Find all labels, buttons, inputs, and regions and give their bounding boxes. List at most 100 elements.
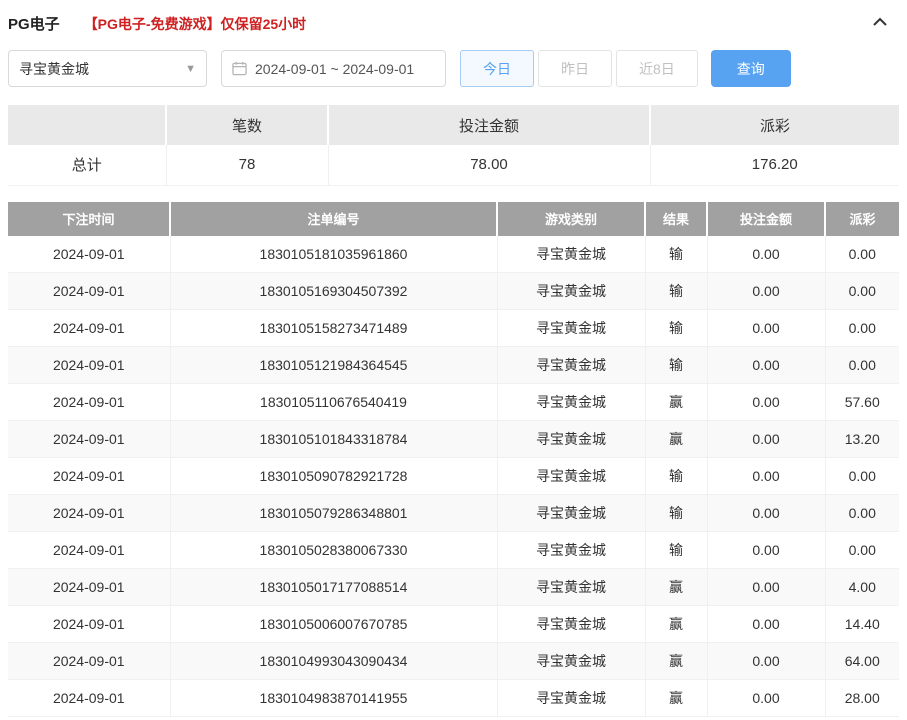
cell-game-type: 寻宝黄金城 [497,384,645,421]
game-select[interactable]: 寻宝黄金城 ▼ [8,50,207,87]
cell-bet-time: 2024-09-01 [8,606,170,643]
summary-total-label: 总计 [8,145,166,185]
col-payout: 派彩 [825,202,899,236]
cell-game-type: 寻宝黄金城 [497,458,645,495]
quick-filter-last8days[interactable]: 近8日 [616,50,698,87]
panel-header: PG电子 【PG电子-免费游戏】仅保留25小时 [8,0,899,44]
summary-total-bet-amount: 78.00 [328,145,650,185]
cell-bet-amount: 0.00 [707,273,825,310]
table-row: 2024-09-011830105121984364545寻宝黄金城输0.000… [8,347,899,384]
cell-result: 输 [645,458,707,495]
bet-table-header-row: 下注时间 注单编号 游戏类别 结果 投注金额 派彩 [8,202,899,236]
cell-bet-time: 2024-09-01 [8,495,170,532]
cell-order-id: 1830105121984364545 [170,347,497,384]
panel-title: PG电子 [8,13,60,34]
cell-payout: 0.00 [825,495,899,532]
cell-payout: 13.20 [825,421,899,458]
cell-bet-amount: 0.00 [707,421,825,458]
cell-bet-amount: 0.00 [707,458,825,495]
quick-filter-yesterday[interactable]: 昨日 [538,50,612,87]
pg-games-panel: PG电子 【PG电子-免费游戏】仅保留25小时 寻宝黄金城 ▼ 2024-09-… [0,0,907,717]
cell-order-id: 1830105090782921728 [170,458,497,495]
cell-payout: 0.00 [825,310,899,347]
cell-game-type: 寻宝黄金城 [497,347,645,384]
cell-order-id: 1830105006007670785 [170,606,497,643]
cell-game-type: 寻宝黄金城 [497,273,645,310]
cell-payout: 4.00 [825,569,899,606]
cell-bet-time: 2024-09-01 [8,384,170,421]
summary-header-row: 笔数 投注金额 派彩 [8,105,899,145]
bet-table-body: 2024-09-011830105181035961860寻宝黄金城输0.000… [8,236,899,717]
table-row: 2024-09-011830104983870141955寻宝黄金城赢0.002… [8,680,899,717]
cell-bet-time: 2024-09-01 [8,532,170,569]
cell-bet-time: 2024-09-01 [8,680,170,717]
cell-order-id: 1830104983870141955 [170,680,497,717]
cell-result: 赢 [645,643,707,680]
cell-order-id: 1830105110676540419 [170,384,497,421]
cell-bet-time: 2024-09-01 [8,458,170,495]
table-row: 2024-09-011830105079286348801寻宝黄金城输0.000… [8,495,899,532]
col-bet-time: 下注时间 [8,202,170,236]
cell-payout: 0.00 [825,347,899,384]
table-row: 2024-09-011830105169304507392寻宝黄金城输0.000… [8,273,899,310]
summary-table: 笔数 投注金额 派彩 总计 78 78.00 176.20 [8,105,899,186]
cell-game-type: 寻宝黄金城 [497,643,645,680]
table-row: 2024-09-011830104993043090434寻宝黄金城赢0.006… [8,643,899,680]
summary-col-count: 笔数 [166,105,328,145]
cell-bet-amount: 0.00 [707,310,825,347]
table-row: 2024-09-011830105006007670785寻宝黄金城赢0.001… [8,606,899,643]
calendar-icon [232,61,247,76]
summary-col-payout: 派彩 [650,105,899,145]
cell-payout: 0.00 [825,236,899,273]
cell-bet-amount: 0.00 [707,532,825,569]
cell-result: 输 [645,495,707,532]
cell-bet-time: 2024-09-01 [8,273,170,310]
col-game-type: 游戏类别 [497,202,645,236]
cell-result: 赢 [645,569,707,606]
cell-game-type: 寻宝黄金城 [497,310,645,347]
cell-result: 输 [645,236,707,273]
table-row: 2024-09-011830105110676540419寻宝黄金城赢0.005… [8,384,899,421]
cell-payout: 0.00 [825,532,899,569]
date-range-value: 2024-09-01 ~ 2024-09-01 [255,61,414,77]
cell-bet-amount: 0.00 [707,384,825,421]
cell-result: 输 [645,310,707,347]
date-range-input[interactable]: 2024-09-01 ~ 2024-09-01 [221,50,446,87]
collapse-panel-button[interactable] [869,10,891,32]
cell-result: 赢 [645,421,707,458]
cell-bet-time: 2024-09-01 [8,236,170,273]
table-row: 2024-09-011830105158273471489寻宝黄金城输0.000… [8,310,899,347]
filter-bar: 寻宝黄金城 ▼ 2024-09-01 ~ 2024-09-01 今日 昨日 近8… [8,50,899,87]
cell-bet-time: 2024-09-01 [8,643,170,680]
cell-result: 输 [645,532,707,569]
col-bet-amount: 投注金额 [707,202,825,236]
search-button[interactable]: 查询 [711,50,791,87]
table-row: 2024-09-011830105090782921728寻宝黄金城输0.000… [8,458,899,495]
cell-game-type: 寻宝黄金城 [497,495,645,532]
cell-bet-amount: 0.00 [707,569,825,606]
summary-col-blank [8,105,166,145]
cell-payout: 0.00 [825,273,899,310]
col-result: 结果 [645,202,707,236]
cell-order-id: 1830105017177088514 [170,569,497,606]
cell-result: 赢 [645,606,707,643]
cell-bet-amount: 0.00 [707,606,825,643]
cell-game-type: 寻宝黄金城 [497,569,645,606]
cell-order-id: 1830105181035961860 [170,236,497,273]
chevron-down-icon: ▼ [185,63,196,75]
quick-filter-today[interactable]: 今日 [460,50,534,87]
cell-order-id: 1830105158273471489 [170,310,497,347]
cell-order-id: 1830105101843318784 [170,421,497,458]
table-row: 2024-09-011830105101843318784寻宝黄金城赢0.001… [8,421,899,458]
table-row: 2024-09-011830105017177088514寻宝黄金城赢0.004… [8,569,899,606]
cell-game-type: 寻宝黄金城 [497,680,645,717]
cell-bet-time: 2024-09-01 [8,347,170,384]
cell-result: 赢 [645,680,707,717]
game-select-value: 寻宝黄金城 [19,59,89,79]
cell-bet-time: 2024-09-01 [8,569,170,606]
cell-game-type: 寻宝黄金城 [497,236,645,273]
summary-col-bet-amount: 投注金额 [328,105,650,145]
cell-order-id: 1830105169304507392 [170,273,497,310]
summary-total-count: 78 [166,145,328,185]
cell-payout: 57.60 [825,384,899,421]
